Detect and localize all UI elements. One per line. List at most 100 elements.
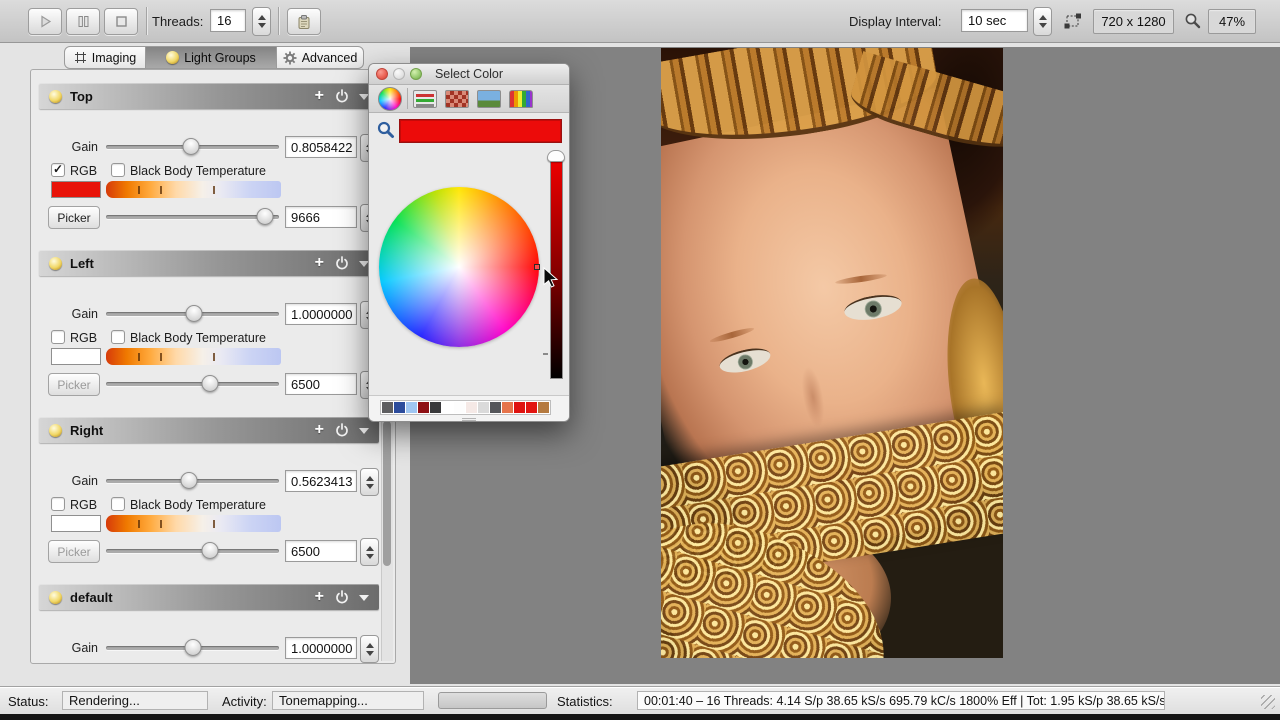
color-swatch[interactable]: [538, 402, 549, 413]
bbt-checkbox[interactable]: [111, 330, 125, 344]
temperature-value-field[interactable]: 6500: [285, 373, 357, 395]
temperature-slider[interactable]: [106, 206, 279, 228]
temperature-value-field[interactable]: 6500: [285, 540, 357, 562]
color-swatch[interactable]: [394, 402, 405, 413]
color-swatch[interactable]: [478, 402, 489, 413]
temperature-gradient-bar[interactable]: [106, 181, 281, 198]
slider-knob[interactable]: [201, 542, 218, 559]
gain-slider[interactable]: [106, 637, 279, 659]
temperature-gradient-bar[interactable]: [106, 515, 281, 532]
color-swatch[interactable]: [442, 402, 453, 413]
temperature-value-field[interactable]: 9666: [285, 206, 357, 228]
group-name: Right: [70, 423, 103, 438]
display-interval-stepper[interactable]: [1033, 7, 1052, 36]
add-group-button[interactable]: +: [315, 252, 324, 274]
power-icon[interactable]: [335, 256, 349, 270]
picker-button[interactable]: Picker: [48, 206, 100, 229]
color-wheel-mode-icon[interactable]: [378, 87, 402, 111]
bbt-checkbox[interactable]: [111, 497, 125, 511]
group-header[interactable]: Right +: [39, 417, 379, 443]
resize-grip[interactable]: [462, 418, 476, 422]
resolution-field[interactable]: 720 x 1280: [1093, 9, 1174, 34]
display-interval-input[interactable]: 10 sec: [961, 9, 1028, 32]
slider-knob[interactable]: [182, 138, 199, 155]
color-swatch[interactable]: [430, 402, 441, 413]
rgb-checkbox[interactable]: [51, 330, 65, 344]
copy-button[interactable]: [287, 8, 321, 35]
magnifier-picker-icon[interactable]: [376, 120, 396, 140]
scrollbar-thumb[interactable]: [383, 421, 391, 566]
picker-button[interactable]: Picker: [48, 540, 100, 563]
tab-advanced[interactable]: Advanced: [276, 46, 364, 69]
color-swatch[interactable]: [466, 402, 477, 413]
picker-button[interactable]: Picker: [48, 373, 100, 396]
dialog-title: Select Color: [435, 67, 503, 81]
bbt-checkbox[interactable]: [111, 163, 125, 177]
color-swatch-box[interactable]: [51, 348, 101, 365]
gain-value-field[interactable]: 1.0000000: [285, 637, 357, 659]
color-wheel-marker[interactable]: [534, 264, 540, 270]
window-resize-grip[interactable]: [1261, 695, 1275, 709]
rgb-checkbox[interactable]: [51, 497, 65, 511]
color-swatch[interactable]: [502, 402, 513, 413]
group-header[interactable]: Top +: [39, 83, 379, 109]
gain-slider[interactable]: [106, 470, 279, 492]
rgb-checkbox[interactable]: [51, 163, 65, 177]
color-palettes-mode-icon[interactable]: [445, 90, 469, 108]
gain-value-field[interactable]: 1.0000000: [285, 303, 357, 325]
color-swatch[interactable]: [454, 402, 465, 413]
gain-slider[interactable]: [106, 303, 279, 325]
minimize-button[interactable]: [393, 68, 405, 80]
gain-slider[interactable]: [106, 136, 279, 158]
brightness-slider-handle[interactable]: [547, 150, 565, 162]
gain-stepper[interactable]: [360, 468, 379, 496]
slider-knob[interactable]: [186, 305, 203, 322]
render-pause-button[interactable]: [66, 8, 100, 35]
image-palettes-mode-icon[interactable]: [477, 90, 501, 108]
color-swatch-box[interactable]: [51, 181, 101, 198]
power-icon[interactable]: [335, 423, 349, 437]
crayons-mode-icon[interactable]: [509, 90, 533, 108]
group-header[interactable]: Left +: [39, 250, 379, 276]
close-button[interactable]: [376, 68, 388, 80]
color-swatch[interactable]: [490, 402, 501, 413]
threads-input[interactable]: 16: [210, 9, 246, 32]
color-swatch[interactable]: [382, 402, 393, 413]
slider-knob[interactable]: [201, 375, 218, 392]
color-sliders-mode-icon[interactable]: [413, 90, 437, 108]
dialog-titlebar[interactable]: Select Color: [369, 64, 569, 85]
group-name: default: [70, 590, 113, 605]
gain-value-field[interactable]: 0.5623413: [285, 470, 357, 492]
render-play-button[interactable]: [28, 8, 62, 35]
color-swatch[interactable]: [526, 402, 537, 413]
temperature-slider[interactable]: [106, 540, 279, 562]
gain-value-field[interactable]: 0.8058422: [285, 136, 357, 158]
slider-knob[interactable]: [184, 639, 201, 656]
collapse-arrow-icon[interactable]: [359, 595, 369, 601]
power-icon[interactable]: [335, 89, 349, 103]
pause-icon: [76, 14, 91, 29]
group-header[interactable]: default +: [39, 584, 379, 610]
slider-knob[interactable]: [257, 208, 274, 225]
render-stop-button[interactable]: [104, 8, 138, 35]
zoom-level-field[interactable]: 47%: [1208, 9, 1256, 34]
add-group-button[interactable]: +: [315, 85, 324, 107]
color-swatch-box[interactable]: [51, 515, 101, 532]
temperature-stepper[interactable]: [360, 538, 379, 566]
zoom-button[interactable]: [410, 68, 422, 80]
temperature-gradient-bar[interactable]: [106, 348, 281, 365]
color-swatch[interactable]: [514, 402, 525, 413]
gain-stepper[interactable]: [360, 635, 379, 663]
tab-light-groups[interactable]: Light Groups: [145, 46, 277, 69]
temperature-slider[interactable]: [106, 373, 279, 395]
threads-stepper[interactable]: [252, 7, 271, 36]
add-group-button[interactable]: +: [315, 586, 324, 608]
color-swatch[interactable]: [418, 402, 429, 413]
color-swatch[interactable]: [406, 402, 417, 413]
color-wheel[interactable]: [379, 187, 539, 347]
slider-knob[interactable]: [181, 472, 198, 489]
add-group-button[interactable]: +: [315, 419, 324, 441]
tab-imaging[interactable]: Imaging: [64, 46, 146, 69]
collapse-arrow-icon[interactable]: [359, 428, 369, 434]
power-icon[interactable]: [335, 590, 349, 604]
